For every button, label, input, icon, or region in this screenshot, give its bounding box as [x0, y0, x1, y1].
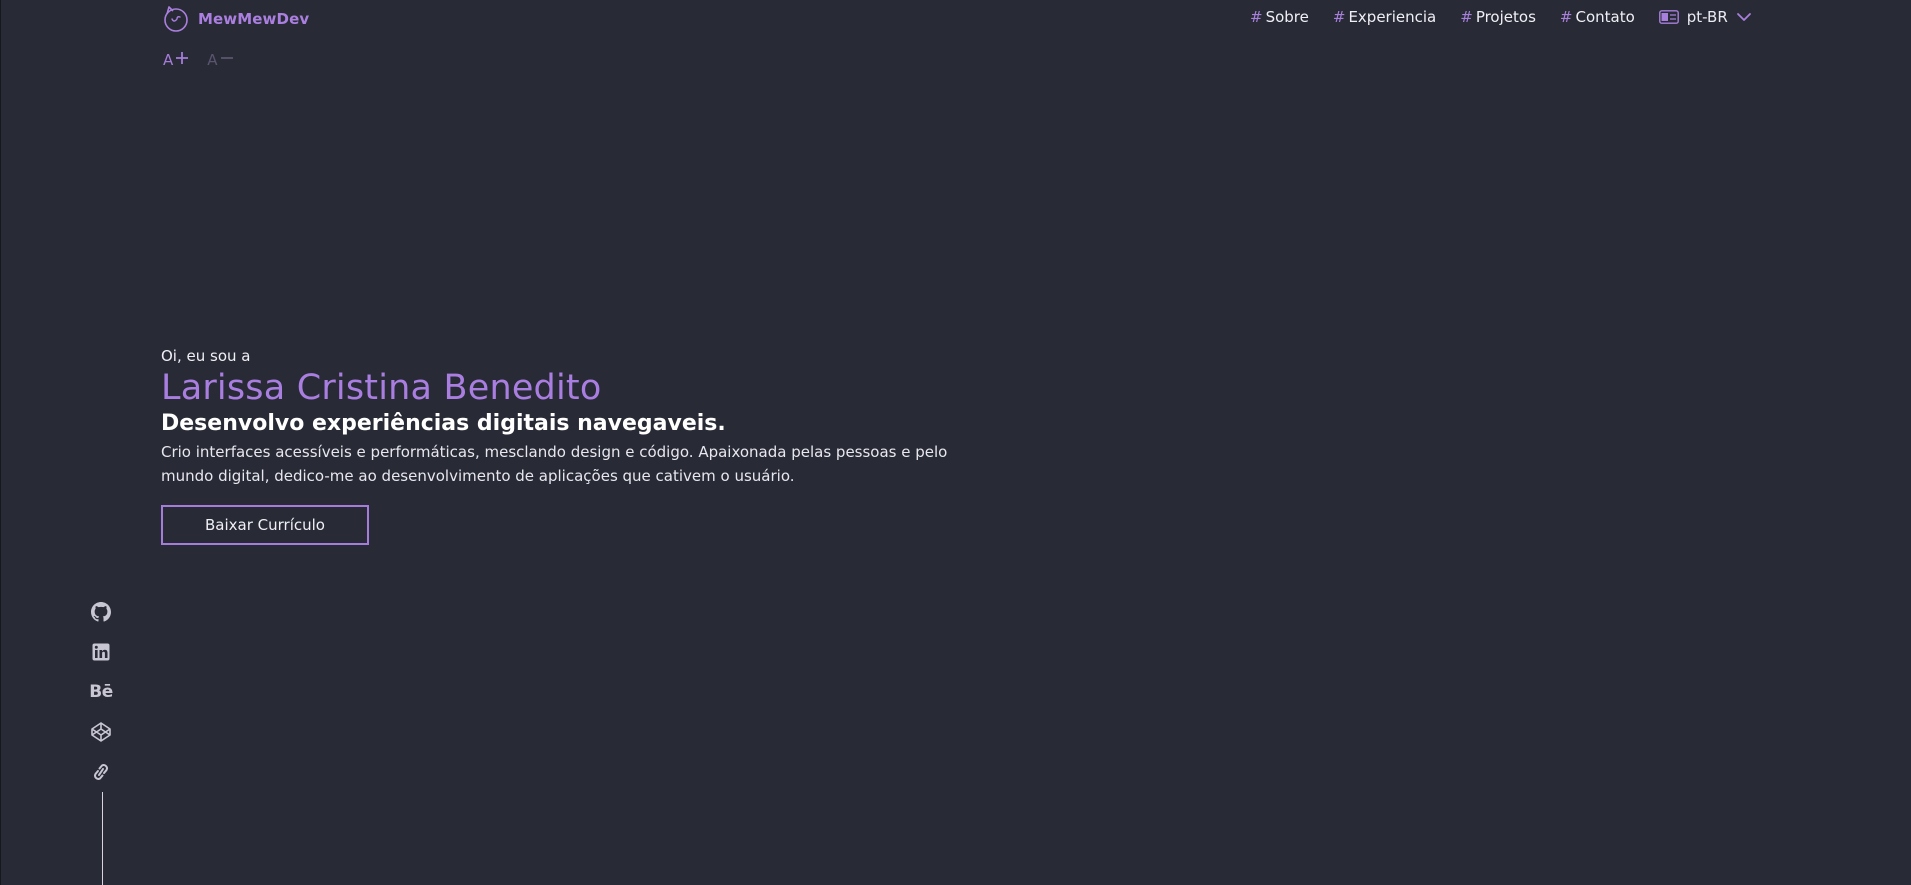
font-increase-button[interactable]: A: [163, 51, 189, 69]
font-decrease-button[interactable]: A: [207, 51, 233, 69]
font-decrease-letter: A: [207, 51, 218, 69]
github-icon[interactable]: [89, 600, 113, 623]
hash-icon: #: [1332, 8, 1346, 26]
hash-icon: #: [1460, 8, 1473, 26]
hero-section: Oi, eu sou a Larissa Cristina Benedito D…: [161, 346, 1001, 545]
hero-headline: Desenvolvo experiências digitais navegav…: [161, 411, 726, 436]
font-increase-letter: A: [163, 51, 174, 69]
hash-icon: #: [1559, 8, 1573, 26]
nav-link-experiencia[interactable]: # Experiencia: [1333, 8, 1436, 26]
left-edge-divider: [0, 0, 1, 885]
page: MewMewDev # Sobre # Experiencia # Projetos …: [0, 0, 1911, 885]
nav-link-projetos[interactable]: # Projetos: [1460, 8, 1536, 26]
codepen-icon[interactable]: [89, 720, 113, 743]
language-label: pt-BR: [1686, 8, 1728, 26]
hash-icon: #: [1250, 8, 1263, 26]
hero-greeting: Oi, eu sou a: [161, 347, 251, 365]
nav-link-sobre[interactable]: # Sobre: [1250, 8, 1309, 26]
behance-glyph: Bē: [89, 681, 113, 702]
font-size-controls: A A: [163, 51, 234, 69]
plus-icon: [175, 51, 189, 69]
nav-link-label: Contato: [1575, 8, 1635, 26]
main-nav: # Sobre # Experiencia # Projetos # Contato p…: [1250, 8, 1752, 26]
nav-link-label: Experiencia: [1348, 8, 1437, 26]
linkedin-icon[interactable]: [89, 640, 113, 663]
cat-logo-icon: [160, 5, 192, 33]
language-selector[interactable]: pt-BR: [1658, 8, 1752, 26]
nav-link-label: Projetos: [1475, 8, 1536, 26]
minus-icon: [220, 51, 234, 69]
nav-link-contato[interactable]: # Contato: [1560, 8, 1635, 26]
brand-link[interactable]: MewMewDev: [160, 5, 309, 33]
social-links: Bē: [89, 600, 113, 783]
hero-name: Larissa Cristina Benedito: [161, 368, 602, 408]
download-resume-button[interactable]: Baixar Currículo: [161, 505, 369, 545]
behance-icon[interactable]: Bē: [89, 680, 113, 703]
chevron-down-icon: [1736, 12, 1752, 22]
site-header: MewMewDev # Sobre # Experiencia # Projetos …: [0, 0, 1911, 36]
hero-description: Crio interfaces acessíveis e performátic…: [161, 443, 948, 485]
social-divider-line: [102, 792, 103, 885]
translate-icon: [1658, 10, 1679, 24]
link-icon[interactable]: [89, 760, 113, 783]
nav-link-label: Sobre: [1265, 8, 1309, 26]
brand-name: MewMewDev: [198, 10, 310, 28]
